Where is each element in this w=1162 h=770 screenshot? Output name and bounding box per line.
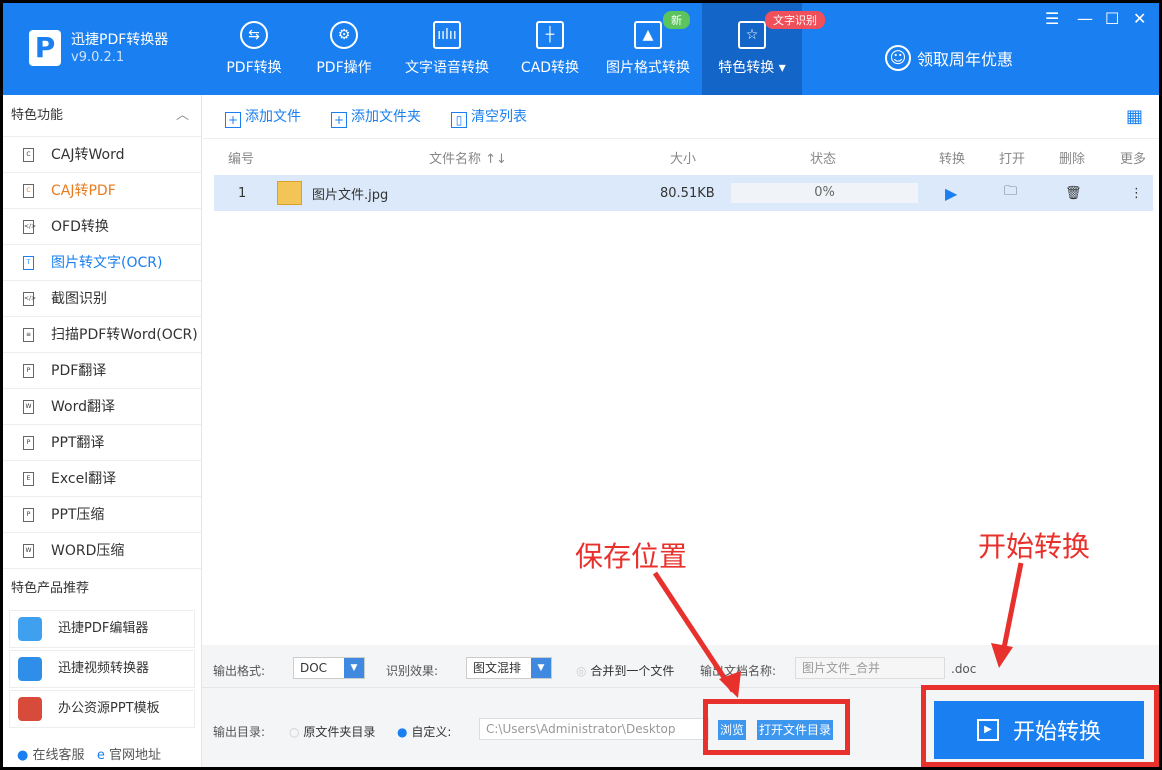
pdf-editor-icon xyxy=(18,617,42,641)
online-support-link[interactable]: 在线客服 xyxy=(32,748,84,763)
ppt-icon xyxy=(18,697,42,721)
item-label: Excel翻译 xyxy=(51,471,116,487)
item-label: 截图识别 xyxy=(51,291,107,307)
product-label: 办公资源PPT模板 xyxy=(58,701,160,716)
item-label: 图片转文字(OCR) xyxy=(51,255,162,271)
sidebar-item[interactable]: W Word翻译 xyxy=(3,389,201,425)
support-icon: ● xyxy=(17,748,28,763)
sidebar-item[interactable]: W WORD压缩 xyxy=(3,533,201,569)
arrow-start xyxy=(1003,563,1021,653)
sidebar-section-title: 特色产品推荐 xyxy=(3,569,201,609)
file-icon: W xyxy=(23,400,34,414)
sidebar-item[interactable]: P PPT压缩 xyxy=(3,497,201,533)
sidebar-item[interactable]: P PDF翻译 xyxy=(3,353,201,389)
file-icon: C xyxy=(23,184,34,198)
sidebar-item[interactable]: </> 截图识别 xyxy=(3,281,201,317)
file-icon: P xyxy=(23,364,34,378)
item-label: OFD转换 xyxy=(51,219,109,235)
item-label: 扫描PDF转Word(OCR) xyxy=(51,327,198,343)
video-icon xyxy=(18,657,42,681)
sidebar-footer: ● 在线客服 e 官网地址 xyxy=(17,744,161,763)
sidebar-item[interactable]: P PPT翻译 xyxy=(3,425,201,461)
item-label: WORD压缩 xyxy=(51,543,124,559)
sidebar-section-title[interactable]: 特色功能 ︿ xyxy=(3,95,201,137)
product-label: 迅捷视频转换器 xyxy=(58,661,149,676)
item-label: PDF翻译 xyxy=(51,363,106,379)
item-label: CAJ转Word xyxy=(51,147,124,163)
file-icon: E xyxy=(23,472,34,486)
sidebar-item[interactable]: C CAJ转Word xyxy=(3,137,201,173)
sidebar-item[interactable]: </> OFD转换 xyxy=(3,209,201,245)
sidebar-item[interactable]: ≡ 扫描PDF转Word(OCR) xyxy=(3,317,201,353)
product-item[interactable]: 迅捷视频转换器 xyxy=(9,650,195,688)
app-window: P 迅捷PDF转换器 v9.0.2.1 ⇆PDF转换 ⚙PDF操作 ıılıı文… xyxy=(3,3,1159,767)
file-icon: C xyxy=(23,148,34,162)
file-icon: </> xyxy=(23,292,34,306)
product-item[interactable]: 迅捷PDF编辑器 xyxy=(9,610,195,648)
file-icon: W xyxy=(23,544,34,558)
arrow-head xyxy=(991,643,1013,668)
product-label: 迅捷PDF编辑器 xyxy=(58,621,148,636)
file-icon: P xyxy=(23,436,34,450)
item-label: PPT压缩 xyxy=(51,507,104,523)
text-icon: T xyxy=(23,256,34,270)
file-icon: P xyxy=(23,508,34,522)
product-item[interactable]: 办公资源PPT模板 xyxy=(9,690,195,728)
arrow-save xyxy=(655,573,733,691)
sidebar: 特色功能 ︿ C CAJ转Word C CAJ转PDF </> OFD转换 T 图片转文字… xyxy=(3,95,202,767)
website-link[interactable]: 官网地址 xyxy=(109,748,161,763)
section-label: 特色功能 xyxy=(11,108,63,123)
item-label: CAJ转PDF xyxy=(51,183,116,199)
item-label: Word翻译 xyxy=(51,399,115,415)
file-icon: ≡ xyxy=(23,328,34,342)
sidebar-item[interactable]: E Excel翻译 xyxy=(3,461,201,497)
ie-icon: e xyxy=(97,748,105,763)
file-icon: </> xyxy=(23,220,34,234)
sidebar-item[interactable]: C CAJ转PDF xyxy=(3,173,201,209)
chevron-up-icon: ︿ xyxy=(176,95,189,137)
sidebar-item[interactable]: T 图片转文字(OCR) xyxy=(3,245,201,281)
item-label: PPT翻译 xyxy=(51,435,104,451)
